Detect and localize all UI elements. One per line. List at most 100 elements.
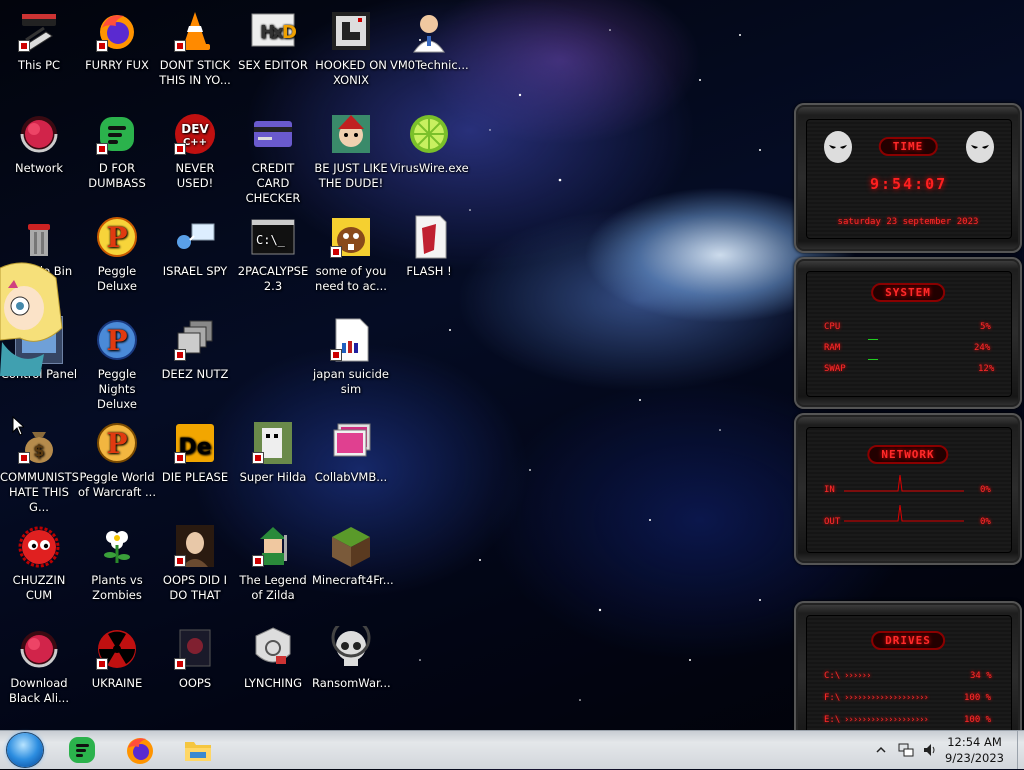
desktop-icon-deez-nutz[interactable]: DEEZ NUTZ	[156, 317, 234, 382]
desktop-icon-label: 2PACALYPSE 2.3	[237, 264, 309, 293]
desktop-icon-label: COMMUNISTS HATE THIS G...	[0, 470, 79, 514]
desktop-icon-lynching[interactable]: LYNCHING	[234, 626, 312, 691]
desktop-icon-label: This PC	[17, 58, 61, 72]
desktop-icon-ukraine[interactable]: UKRAINE	[78, 626, 156, 691]
desktop-icon-label: Peggle World of Warcraft ...	[78, 470, 156, 499]
system-widget-title: SYSTEM	[871, 283, 945, 302]
desktop-icon-credit-card-checker[interactable]: CREDIT CARD CHECKER	[234, 111, 312, 206]
drive-e-bar: ›››››››››››››››››››	[844, 715, 929, 725]
svg-text:$: $	[33, 441, 44, 460]
desktop-icon-super-hilda[interactable]: Super Hilda	[234, 420, 312, 485]
console-icon: C:\_	[251, 219, 295, 255]
desktop-icon-peggle-nights[interactable]: P Peggle Nights Deluxe	[78, 317, 156, 412]
net-in-graph	[844, 474, 964, 492]
file-explorer-icon	[185, 742, 211, 761]
desktop-icon-d-for-dumbass[interactable]: D FOR DUMBASS	[78, 111, 156, 191]
taskbar-file-explorer[interactable]	[180, 734, 216, 766]
drive-c-bar: ››››››	[844, 671, 871, 681]
drive-c-value: 34 %	[970, 671, 992, 681]
desktop-icon-ransomware[interactable]: RansomWar...	[312, 626, 391, 691]
desktop-icon-label: The Legend of Zilda	[239, 573, 307, 602]
desktop-icon-hooked-on-xonix[interactable]: HOOKED ON XONIX	[312, 8, 390, 88]
alien-globe-icon	[20, 631, 58, 668]
desktop-icon-be-just-like-the-dude[interactable]: BE JUST LIKE THE DUDE!	[312, 111, 390, 191]
drives-widget: DRIVES C:\ ›››››› 34 % F:\ ›››››››››››››…	[794, 601, 1022, 751]
desktop-icon-label: CHUZZIN CUM	[12, 573, 66, 602]
svg-text:C:\_: C:\_	[256, 233, 286, 247]
widget-clock: 9:54:07	[870, 175, 948, 193]
swap-value: 12%	[978, 364, 995, 374]
ram-value: 24%	[974, 343, 991, 353]
desktop-icon-label: NEVER USED!	[175, 161, 215, 190]
desktop-icon-label: some of you need to ac...	[315, 264, 387, 293]
desktop-icon-minecraft4free[interactable]: Minecraft4Fr...	[312, 523, 394, 588]
desktop-icon-peggle-wow[interactable]: P Peggle World of Warcraft ...	[78, 420, 156, 500]
net-out-graph	[844, 504, 964, 522]
xonix-icon	[332, 12, 370, 50]
skull-icon	[331, 626, 371, 666]
svg-text:P: P	[106, 427, 127, 460]
desktop-icon-label: OOPS DID I DO THAT	[162, 573, 228, 602]
desktop-icon-legend-of-zilda[interactable]: The Legend of Zilda	[234, 523, 312, 603]
desktop-icon-plants-vs-zombies[interactable]: Plants vs Zombies	[78, 523, 156, 603]
volume-icon[interactable]	[922, 742, 938, 758]
taskbar-clock[interactable]: 12:54 AM 9/23/2023	[945, 734, 1004, 766]
desktop-icon-oops[interactable]: OOPS	[156, 626, 234, 691]
desktop-icon-label: Peggle Nights Deluxe	[97, 367, 137, 411]
desktop-icon-sex-editor[interactable]: HxD SEX EDITOR	[234, 8, 312, 73]
doctor-avatar-icon	[413, 15, 445, 53]
desktop-icon-2pacalypse[interactable]: C:\_ 2PACALYPSE 2.3	[234, 214, 312, 294]
desktop-icon-label: LYNCHING	[243, 676, 303, 690]
alien-head-icon	[966, 131, 994, 163]
taskbar-feedly[interactable]	[64, 734, 100, 766]
desktop-icon-furry-fux[interactable]: FURRY FUX	[78, 8, 156, 73]
desktop-icon-label: Plants vs Zombies	[91, 573, 143, 602]
limewire-icon	[410, 115, 448, 153]
show-desktop-button[interactable]	[1017, 731, 1024, 769]
ram-graph	[868, 339, 878, 340]
desktop-icon-some-of-you[interactable]: some of you need to ac...	[312, 214, 390, 294]
drive-f-value: 100 %	[964, 693, 992, 703]
desktop-icon-label: CollabVMB...	[314, 470, 388, 484]
desktop-icon-label: UKRAINE	[91, 676, 143, 690]
desktop-icon-viruswire[interactable]: VirusWire.exe	[390, 111, 469, 176]
desktop-icon-peggle-deluxe[interactable]: P Peggle Deluxe	[78, 214, 156, 294]
show-hidden-icons-chevron-icon[interactable]	[876, 745, 886, 755]
desktop-icon-label: VM0Technic...	[390, 58, 469, 72]
desktop-icon-japan-suicide-sim[interactable]: japan suicide sim	[312, 317, 390, 397]
desktop-icon-flash[interactable]: FLASH !	[390, 214, 468, 279]
swap-graph	[868, 359, 878, 360]
network-icon[interactable]	[898, 742, 914, 758]
alien-head-icon	[824, 131, 852, 163]
cartoon-character-overlay	[0, 258, 64, 378]
swap-label: SWAP	[824, 364, 846, 374]
clock-time: 12:54 AM	[947, 735, 1002, 749]
chuzzle-icon	[18, 526, 60, 568]
net-out-value: 0%	[980, 517, 991, 527]
feedly-icon	[69, 737, 95, 763]
taskbar-firefox[interactable]	[122, 734, 158, 766]
desktop-icon-oops-did-i-do-that[interactable]: OOPS DID I DO THAT	[156, 523, 234, 603]
desktop-icon-never-used[interactable]: DEV C++ NEVER USED!	[156, 111, 234, 191]
desktop-icon-network[interactable]: Network	[0, 111, 78, 176]
desktop-icon-label: D FOR DUMBASS	[88, 161, 146, 190]
desktop-icon-dont-stick[interactable]: DONT STICK THIS IN YO...	[156, 8, 234, 88]
desktop-icon-vm0technic[interactable]: VM0Technic...	[390, 8, 469, 73]
net-in-label: IN	[824, 485, 835, 495]
start-button[interactable]	[7, 733, 43, 767]
desktop-icon-download-black-ali[interactable]: Download Black Ali...	[0, 626, 78, 706]
desktop-icon-label: DIE PLEASE	[161, 470, 229, 484]
desktop-icon-label: DEEZ NUTZ	[161, 367, 229, 381]
desktop-icon-label: Peggle Deluxe	[97, 264, 137, 293]
desktop-icon-collabvmb[interactable]: CollabVMB...	[312, 420, 390, 485]
widget-date: saturday 23 september 2023	[837, 217, 979, 227]
desktop-icon-die-please[interactable]: De DIE PLEASE	[156, 420, 234, 485]
desktop-icon-this-pc[interactable]: This PC	[0, 8, 78, 73]
desktop-icon-chuzzin-cum[interactable]: CHUZZIN CUM	[0, 523, 78, 603]
minecraft-block-icon	[332, 527, 370, 567]
desktop-icon-label: HOOKED ON XONIX	[315, 58, 387, 87]
desktop-icon-israel-spy[interactable]: ISRAEL SPY	[156, 214, 234, 279]
peggle-icon: P	[97, 217, 137, 257]
network-computer-icon	[177, 223, 215, 249]
desktop-icon-label: RansomWar...	[312, 676, 391, 690]
